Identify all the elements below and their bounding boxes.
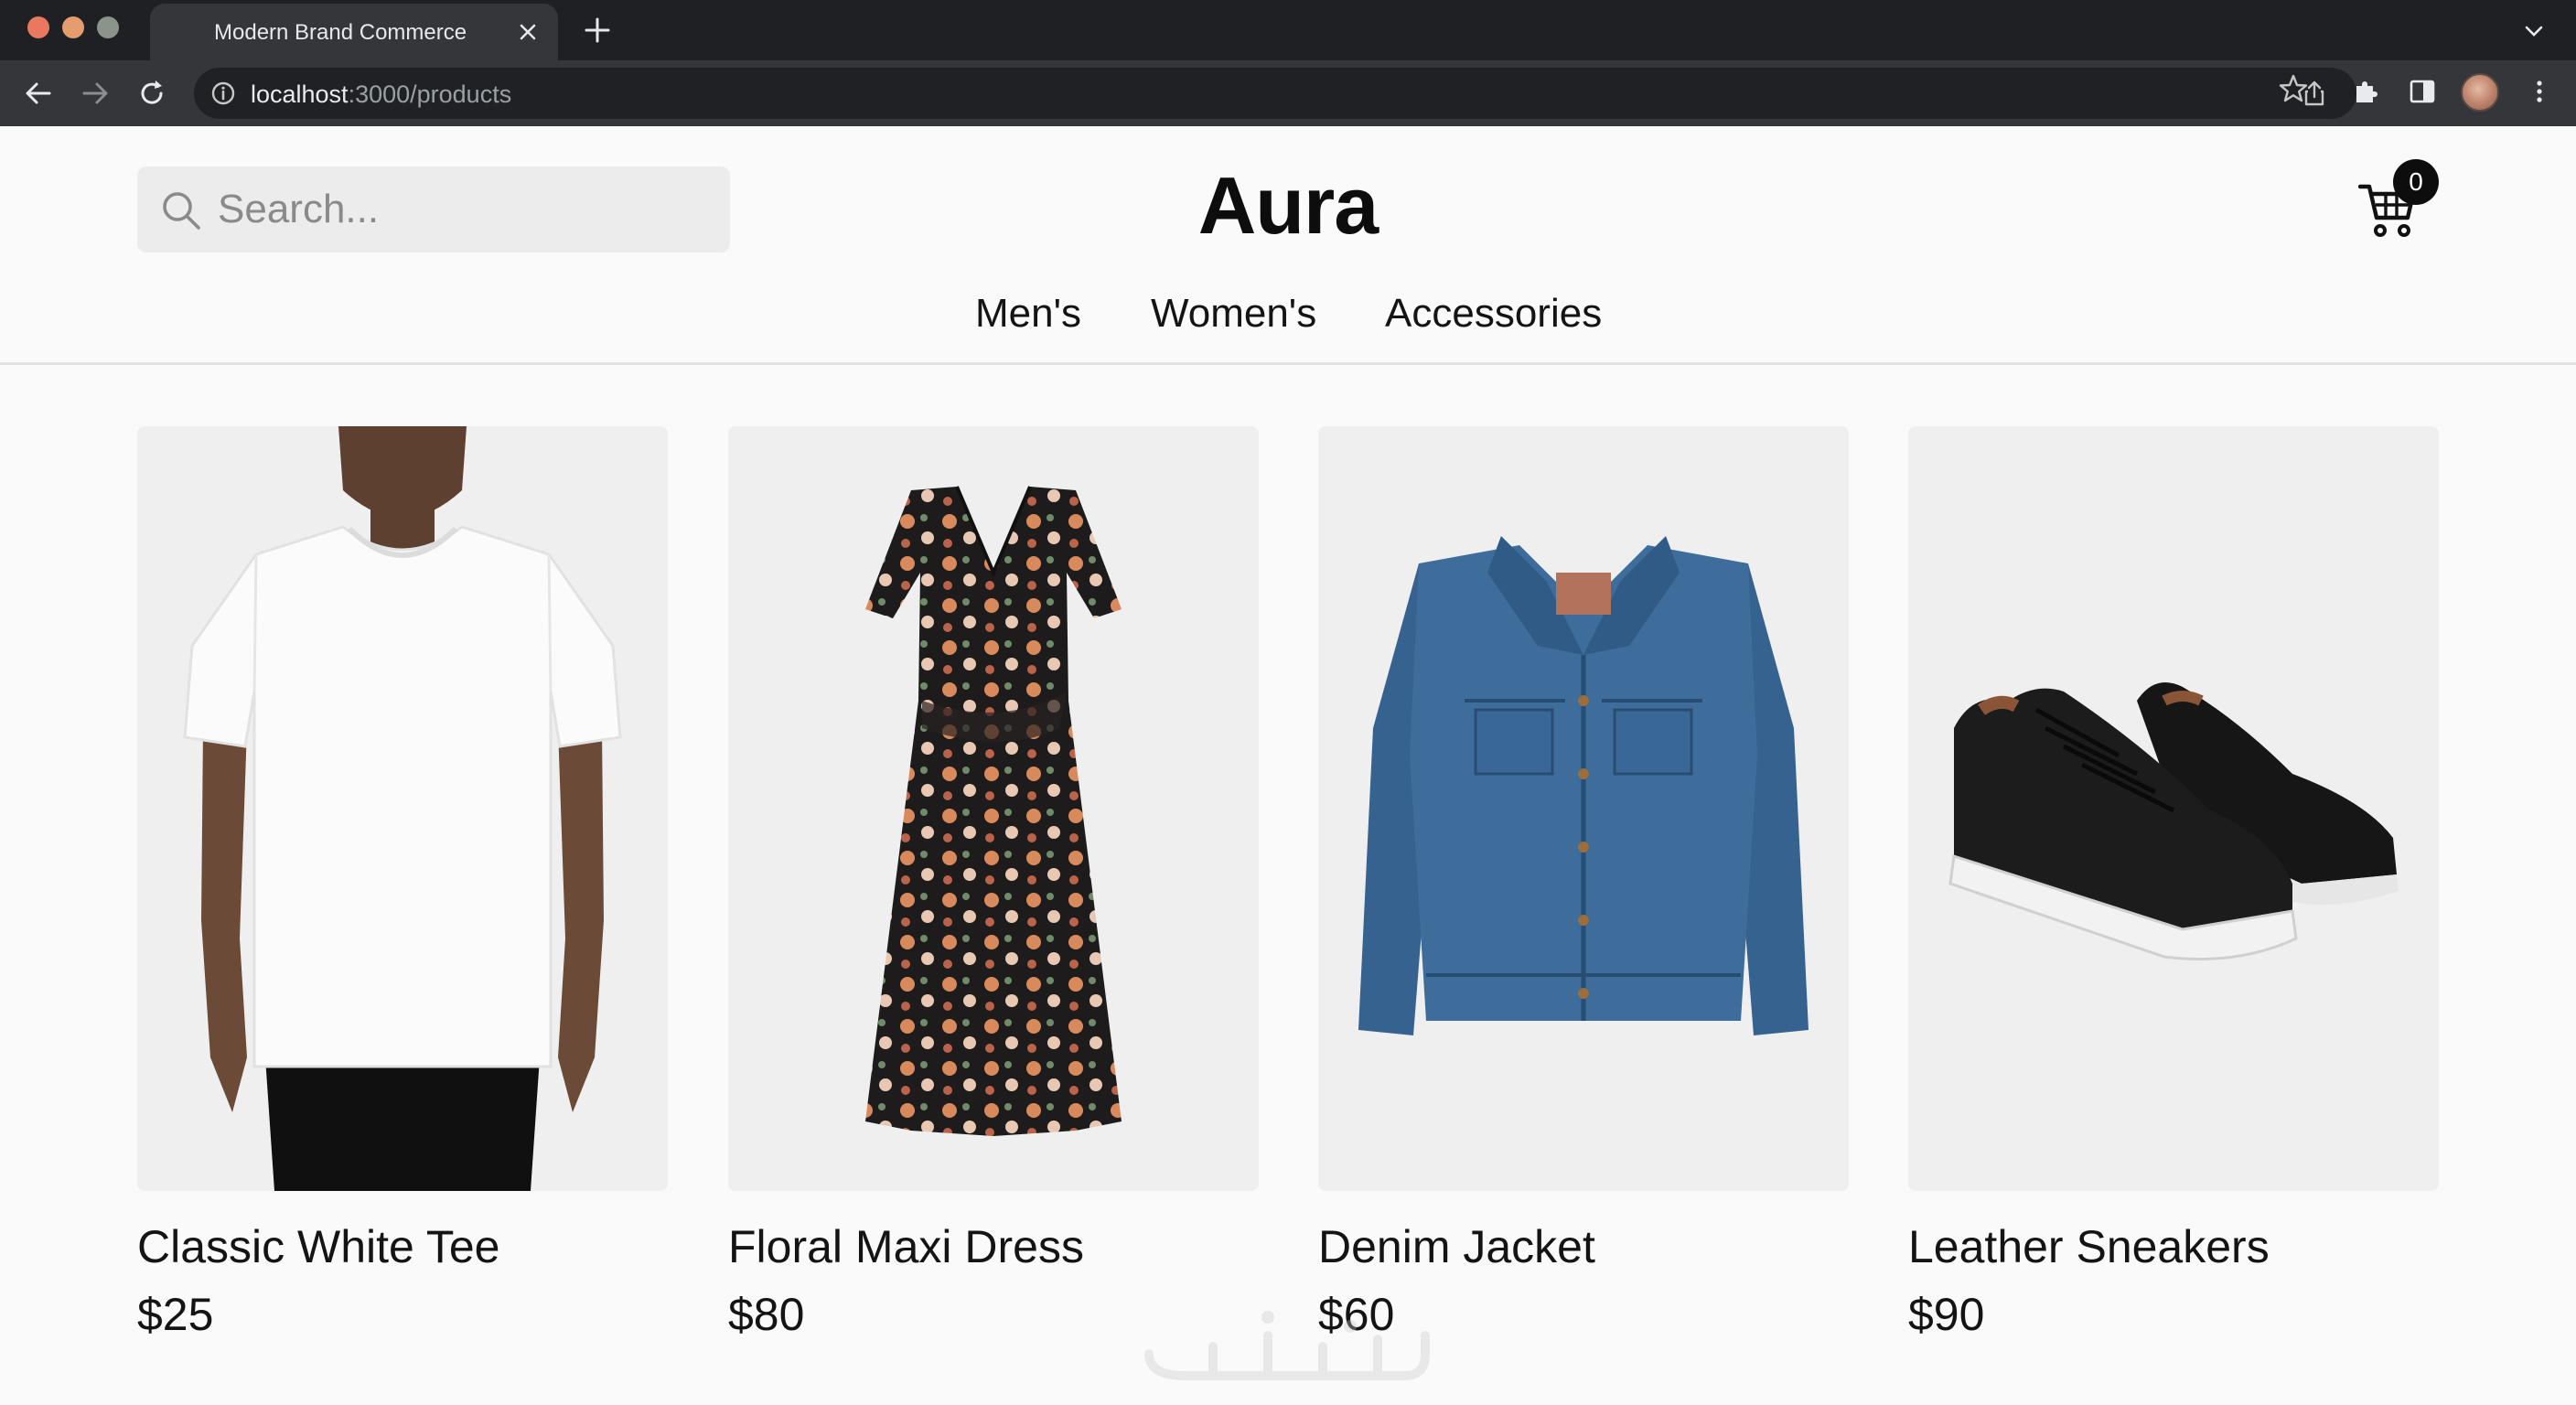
product-image[interactable] <box>137 426 668 1191</box>
star-icon[interactable] <box>2278 73 2309 104</box>
leather-sneakers-image <box>1908 426 2439 1191</box>
back-arrow-icon[interactable] <box>22 77 55 110</box>
window-minimize-button[interactable] <box>62 16 84 38</box>
product-price: $90 <box>1908 1289 1985 1340</box>
chevron-down-icon[interactable] <box>2521 18 2547 44</box>
product-name[interactable]: Leather Sneakers <box>1908 1220 2270 1273</box>
header-divider <box>0 362 2576 365</box>
side-panel-icon[interactable] <box>2408 77 2437 106</box>
product-card[interactable]: Leather Sneakers $90 <box>1908 426 2439 1341</box>
category-nav: Men's Women's Accessories <box>0 291 2576 346</box>
product-card[interactable]: Classic White Tee $25 <box>137 426 668 1341</box>
product-image[interactable] <box>1318 426 1849 1191</box>
address-bar[interactable]: localhost:3000/products <box>194 68 2356 119</box>
cart-count-badge: 0 <box>2393 159 2439 205</box>
url-path: :3000/products <box>348 80 512 108</box>
extensions-icon[interactable] <box>2351 77 2380 106</box>
avatar[interactable] <box>2461 73 2499 112</box>
forward-arrow-icon[interactable] <box>79 77 112 110</box>
product-name[interactable]: Floral Maxi Dress <box>728 1220 1084 1273</box>
tab-title: Modern Brand Commerce <box>214 20 467 45</box>
window-close-button[interactable] <box>27 16 49 38</box>
nav-item-womens[interactable]: Women's <box>1151 291 1316 337</box>
storefront-page: Aura 0 Men's Women's Accessories <box>0 126 2576 1405</box>
product-card[interactable]: Denim Jacket $60 <box>1318 426 1849 1341</box>
search-input[interactable] <box>218 181 712 238</box>
search-icon <box>163 192 200 230</box>
close-icon[interactable] <box>514 18 542 46</box>
product-name[interactable]: Classic White Tee <box>137 1220 499 1273</box>
nav-item-accessories[interactable]: Accessories <box>1385 291 1602 337</box>
url-text: localhost:3000/products <box>251 80 511 109</box>
product-image[interactable] <box>1908 426 2439 1191</box>
product-price: $25 <box>137 1289 214 1340</box>
url-host: localhost <box>251 80 349 108</box>
floral-dress-image <box>728 426 1259 1191</box>
kebab-menu-icon[interactable] <box>2525 77 2554 106</box>
window-zoom-button[interactable] <box>97 16 119 38</box>
browser-tab-bar: Modern Brand Commerce <box>0 0 2576 60</box>
search-box[interactable] <box>137 166 730 252</box>
cart-button[interactable]: 0 <box>2353 159 2444 247</box>
tshirt-model-image <box>137 426 668 1191</box>
brand-logo[interactable]: Aura <box>1197 159 1379 252</box>
product-card[interactable]: Floral Maxi Dress $80 <box>728 426 1259 1341</box>
product-price: $80 <box>728 1289 805 1340</box>
browser-tab[interactable]: Modern Brand Commerce <box>150 4 558 60</box>
reload-icon[interactable] <box>135 77 168 110</box>
denim-jacket-image <box>1318 426 1849 1191</box>
info-icon[interactable] <box>210 80 236 106</box>
plus-icon[interactable] <box>582 15 613 46</box>
product-name[interactable]: Denim Jacket <box>1318 1220 1595 1273</box>
nav-item-mens[interactable]: Men's <box>975 291 1081 337</box>
watermark-logo <box>1144 1311 1430 1380</box>
browser-toolbar: localhost:3000/products <box>0 60 2576 126</box>
product-image[interactable] <box>728 426 1259 1191</box>
